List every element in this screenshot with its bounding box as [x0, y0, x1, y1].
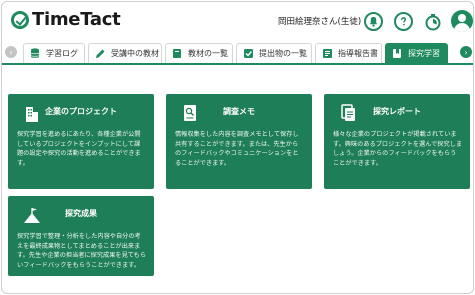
database-icon — [29, 48, 41, 60]
app-window: TimeTact 岡田絵理奈さん(生徒) ‹ 学習ログ 受講中の教材 教材の一覧… — [1, 1, 474, 294]
bell-icon[interactable] — [364, 12, 383, 31]
check-icon — [242, 48, 254, 60]
card-title: 探究レポート — [373, 107, 421, 116]
scroll-right-icon[interactable]: › — [460, 46, 472, 58]
timer-icon[interactable] — [423, 12, 442, 31]
scroll-left-icon[interactable]: ‹ — [5, 46, 17, 58]
bookmark-icon — [391, 48, 403, 60]
pencil-icon — [94, 48, 106, 60]
logo-text: TimeTact — [32, 9, 121, 30]
tab-inquiry-learning[interactable]: 探究学習 — [385, 43, 448, 63]
card-title: 企業のプロジェクト — [45, 107, 117, 116]
tab-enrolled-materials[interactable]: 受講中の教材 — [88, 43, 162, 63]
card-description: 探究学習で整理・分析をした内容や自分の考えを最終成果物としてまとめることが出来ま… — [17, 233, 147, 269]
tab-bar: ‹ 学習ログ 受講中の教材 教材の一覧 提出物の一覧 指導報告書 探究学習 › — [2, 42, 473, 65]
report-icon — [321, 48, 333, 60]
card-title: 調査メモ — [223, 107, 255, 116]
tab-learning-log[interactable]: 学習ログ — [23, 43, 85, 63]
tab-materials-list[interactable]: 教材の一覧 — [165, 43, 233, 63]
help-icon[interactable] — [394, 12, 413, 31]
tab-submissions[interactable]: 提出物の一覧 — [236, 43, 312, 63]
tab-guidance-report[interactable]: 指導報告書 — [315, 43, 382, 63]
card-description: 情報収集をした内容を調査メモとして保存し共有することができます。または、先生から… — [175, 131, 299, 167]
card-corporate-projects[interactable]: 企業のプロジェクト 探究学習を進めるにあたり、各種企業が公開しているプロジェクト… — [8, 94, 154, 189]
card-inquiry-report[interactable]: 探究レポート 様々な企業のプロジェクトが掲載されています。興味のあるプロジェクト… — [324, 94, 470, 189]
logo-check-icon — [11, 10, 29, 29]
card-title: 探究成果 — [65, 209, 97, 218]
card-description: 探究学習を進めるにあたり、各種企業が公開しているプロジェクトをインプットにして課… — [17, 131, 141, 167]
card-inquiry-results[interactable]: 探究成果 探究学習で整理・分析をした内容や自分の考えを最終成果物としてまとめるこ… — [8, 196, 154, 276]
logo[interactable]: TimeTact — [11, 9, 121, 30]
card-research-memo[interactable]: 調査メモ 情報収集をした内容を調査メモとして保存し共有することができます。または… — [166, 94, 312, 189]
book-icon — [171, 48, 183, 60]
header: TimeTact 岡田絵理奈さん(生徒) — [2, 2, 473, 40]
avatar[interactable] — [451, 10, 473, 32]
card-description: 様々な企業のプロジェクトが掲載されています。興味のあるプロジェクトを選んで探究し… — [333, 131, 463, 167]
user-name: 岡田絵理奈さん(生徒) — [278, 17, 362, 27]
